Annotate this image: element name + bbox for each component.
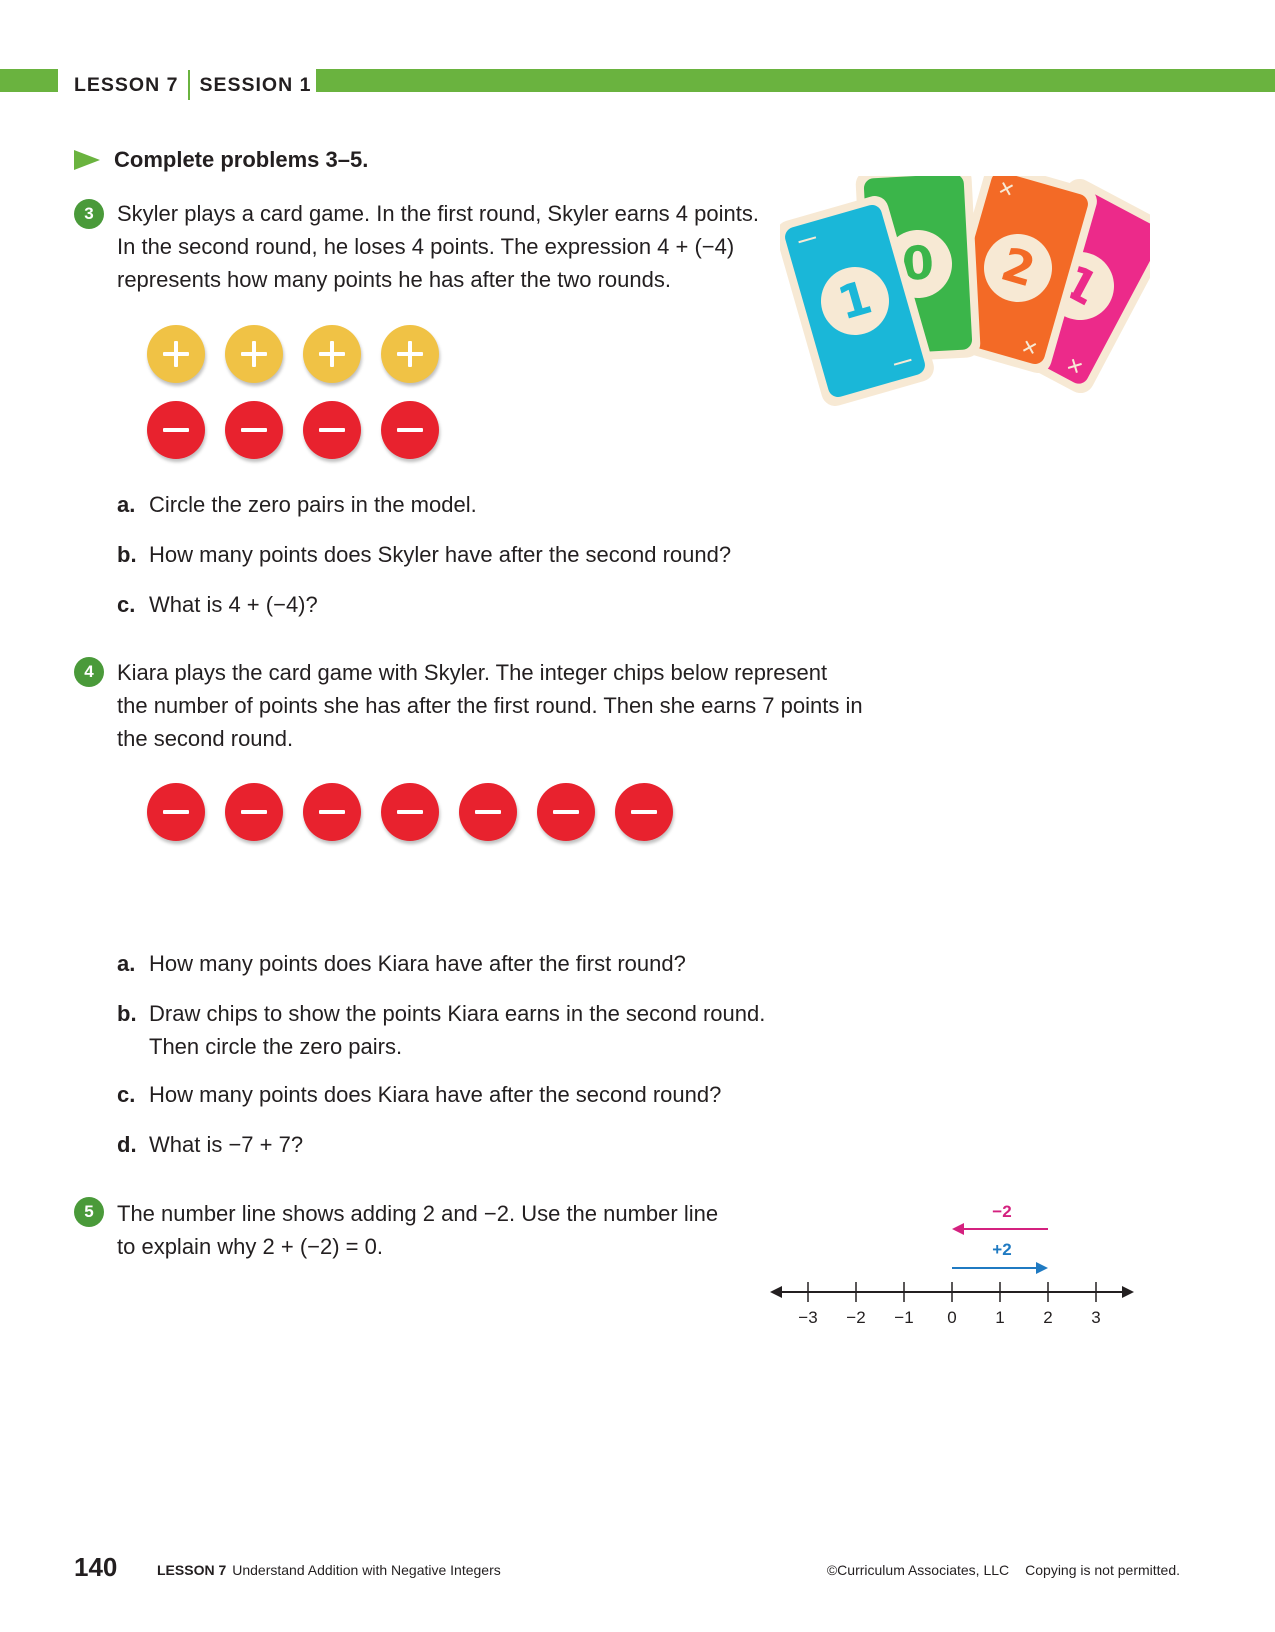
arrow-pos-label: +2: [992, 1240, 1011, 1259]
positive-chip: [381, 325, 439, 383]
instruction: Complete problems 3–5.: [74, 147, 368, 173]
problem-4-part-c: c. How many points does Kiara have after …: [117, 1078, 721, 1111]
problem-3-line: In the second round, he loses 4 points. …: [117, 234, 735, 259]
problem-3-number: 3: [74, 199, 104, 229]
number-line-tick-label: −3: [798, 1308, 817, 1327]
part-label: d.: [117, 1132, 137, 1157]
part-text: How many points does Skyler have after t…: [149, 542, 732, 567]
part-label: b.: [117, 1001, 137, 1026]
negative-chip: [303, 401, 361, 459]
problem-5-number: 5: [74, 1197, 104, 1227]
lesson-label: LESSON 7: [74, 73, 179, 96]
problem-3-part-a: a. Circle the zero pairs in the model.: [117, 488, 477, 521]
problem-5-line: The number line shows adding 2 and −2. U…: [117, 1201, 719, 1226]
part-label: c.: [117, 592, 136, 617]
negative-chip: [303, 783, 361, 841]
negative-chip: [381, 783, 439, 841]
positive-chip: [147, 325, 205, 383]
negative-chip: [615, 783, 673, 841]
problem-4-part-b: b. Draw chips to show the points Kiara ea…: [117, 997, 765, 1063]
problem-3-line: represents how many points he has after …: [117, 267, 671, 292]
part-text: Draw chips to show the points Kiara earn…: [149, 1001, 766, 1026]
problem-4-number: 4: [74, 657, 104, 687]
header-band-right: [316, 69, 1275, 92]
copyright-text: ©Curriculum Associates, LLC: [826, 1562, 1010, 1578]
footer-copyright: ©Curriculum Associates, LLC Copying is no…: [827, 1562, 1180, 1578]
number-line-tick-label: −2: [846, 1308, 865, 1327]
header-band-left: [0, 69, 58, 92]
problem-4-line: the second round.: [117, 726, 294, 751]
kiara-chip-row: [147, 783, 673, 841]
part-text-continued: Then circle the zero pairs.: [149, 1034, 403, 1059]
number-line-tick-label: −1: [894, 1308, 913, 1327]
copy-notice: Copying is not permitted.: [1025, 1562, 1180, 1578]
arrow-neg-label: −2: [992, 1202, 1011, 1221]
problem-4-line: Kiara plays the card game with Skyler. T…: [117, 660, 828, 685]
footer-lesson-title: Understand Addition with Negative Intege…: [232, 1562, 501, 1578]
negative-chip: [147, 783, 205, 841]
axis-left-arrow: [770, 1286, 782, 1298]
part-label: b.: [117, 542, 137, 567]
part-text: What is 4 + (−4)?: [149, 592, 318, 617]
number-line-diagram: −2 +2 −3 −2 −1 0 1 2 3: [770, 1202, 1134, 1327]
positive-chip: [225, 325, 283, 383]
number-line-tick-label: 0: [947, 1308, 956, 1327]
session-label: SESSION 1: [199, 73, 312, 96]
problem-3-part-b: b. How many points does Skyler have after…: [117, 538, 731, 571]
negative-chip: [225, 783, 283, 841]
lesson-header: LESSON 7 SESSION 1: [74, 70, 311, 100]
arrow-neg-head: [952, 1223, 964, 1235]
axis-right-arrow: [1122, 1286, 1134, 1298]
problem-5-line: to explain why 2 + (−2) = 0.: [117, 1234, 383, 1259]
arrow-pos-head: [1036, 1262, 1048, 1274]
playing-cards-illustration: 1 2 0 1: [780, 176, 1150, 406]
instruction-text: Complete problems 3–5.: [114, 147, 369, 172]
negative-chip: [147, 401, 205, 459]
negative-chip: [459, 783, 517, 841]
problem-4-part-a: a. How many points does Kiara have after …: [117, 947, 686, 980]
part-label: c.: [117, 1082, 136, 1107]
positive-chip: [303, 325, 361, 383]
part-label: a.: [117, 492, 136, 517]
page-number: 140: [74, 1552, 118, 1582]
part-text: What is −7 + 7?: [149, 1132, 304, 1157]
negative-chip: [381, 401, 439, 459]
part-text: How many points does Kiara have after th…: [149, 951, 686, 976]
footer-lesson: LESSON 7 Understand Addition with Negativ…: [157, 1562, 501, 1578]
number-line-tick-label: 3: [1091, 1308, 1100, 1327]
number-line-tick-label: 2: [1043, 1308, 1052, 1327]
positive-chip-row: [147, 325, 439, 383]
problem-4-part-d: d. What is −7 + 7?: [117, 1128, 303, 1161]
header-divider: [188, 70, 191, 100]
problem-4-text: Kiara plays the card game with Skyler. T…: [117, 656, 863, 755]
negative-chip: [537, 783, 595, 841]
footer-lesson-label: LESSON 7: [157, 1562, 227, 1578]
number-line-ticks: −3 −2 −1 0 1 2 3: [798, 1282, 1101, 1327]
part-text: How many points does Kiara have after th…: [149, 1082, 722, 1107]
problem-3-text: Skyler plays a card game. In the first r…: [117, 197, 759, 296]
part-label: a.: [117, 951, 136, 976]
problem-5-text: The number line shows adding 2 and −2. U…: [117, 1197, 718, 1263]
number-line-tick-label: 1: [995, 1308, 1004, 1327]
negative-chip-row: [147, 401, 439, 459]
arrow-icon: [74, 150, 100, 170]
problem-3-part-c: c. What is 4 + (−4)?: [117, 588, 318, 621]
part-text: Circle the zero pairs in the model.: [149, 492, 477, 517]
problem-3-line: Skyler plays a card game. In the first r…: [117, 201, 759, 226]
negative-chip: [225, 401, 283, 459]
problem-4-line: the number of points she has after the f…: [117, 693, 863, 718]
